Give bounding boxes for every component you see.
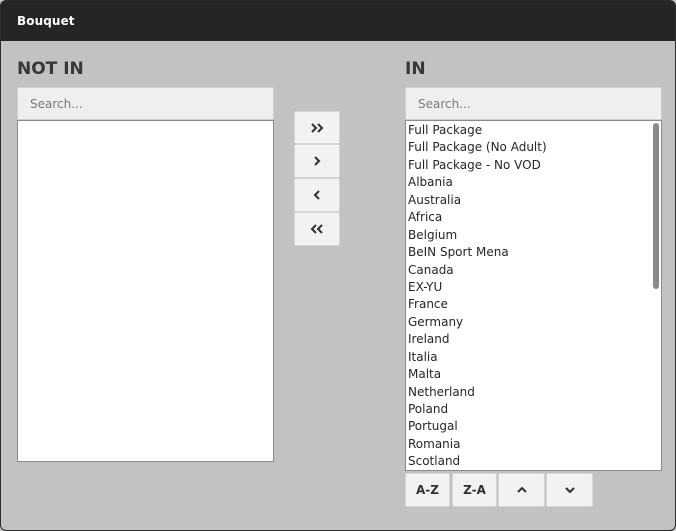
- list-item[interactable]: BeIN Sport Mena: [406, 244, 661, 261]
- window-titlebar: Bouquet: [1, 1, 675, 41]
- list-item[interactable]: Germany: [406, 314, 661, 331]
- list-item[interactable]: Belgium: [406, 227, 661, 244]
- chevron-left-icon: [313, 190, 320, 200]
- list-item[interactable]: Albania: [406, 174, 661, 191]
- list-item[interactable]: Netherland: [406, 384, 661, 401]
- list-item[interactable]: Canada: [406, 262, 661, 279]
- move-right-button[interactable]: [294, 144, 340, 178]
- list-item[interactable]: Portugal: [406, 418, 661, 435]
- bouquet-window: Bouquet NOT IN IN Full PackageFull Packa…: [0, 0, 676, 531]
- in-list-scrollbar[interactable]: [653, 123, 659, 289]
- list-item[interactable]: Full Package: [406, 122, 661, 139]
- list-item[interactable]: Full Package (No Adult): [406, 139, 661, 156]
- not-in-heading: NOT IN: [17, 59, 84, 79]
- list-item[interactable]: Scotland: [406, 453, 661, 470]
- sort-az-label: A-Z: [416, 483, 439, 497]
- double-chevron-right-icon: [311, 122, 324, 133]
- list-item[interactable]: Italia: [406, 349, 661, 366]
- sort-az-button[interactable]: A-Z: [405, 473, 450, 507]
- sort-za-button[interactable]: Z-A: [452, 473, 497, 507]
- chevron-up-icon: [516, 486, 527, 493]
- in-listbox[interactable]: Full Package Full Package (No Adult) Full …: [405, 120, 662, 471]
- list-item[interactable]: Ireland: [406, 331, 661, 348]
- double-chevron-left-icon: [310, 224, 323, 234]
- list-item[interactable]: Malta: [406, 366, 661, 383]
- list-item[interactable]: Africa: [406, 209, 661, 226]
- list-item[interactable]: EX-YU: [406, 279, 661, 296]
- move-left-button[interactable]: [294, 178, 340, 212]
- list-item[interactable]: Australia: [406, 192, 661, 209]
- chevron-right-icon: [314, 156, 321, 166]
- not-in-listbox[interactable]: [17, 120, 274, 462]
- sort-za-label: Z-A: [463, 483, 486, 497]
- list-item[interactable]: Full Package - No VOD: [406, 157, 661, 174]
- move-all-right-button[interactable]: [294, 111, 340, 144]
- window-title: Bouquet: [17, 14, 75, 28]
- list-item[interactable]: Poland: [406, 401, 661, 418]
- in-heading: IN: [405, 59, 426, 79]
- move-down-button[interactable]: [546, 473, 593, 507]
- in-search-input[interactable]: [405, 87, 662, 120]
- move-all-left-button[interactable]: [294, 212, 340, 246]
- move-up-button[interactable]: [498, 473, 545, 507]
- list-item[interactable]: Romania: [406, 436, 661, 453]
- not-in-search-input[interactable]: [17, 87, 274, 120]
- chevron-down-icon: [564, 487, 575, 494]
- list-item[interactable]: France: [406, 296, 661, 313]
